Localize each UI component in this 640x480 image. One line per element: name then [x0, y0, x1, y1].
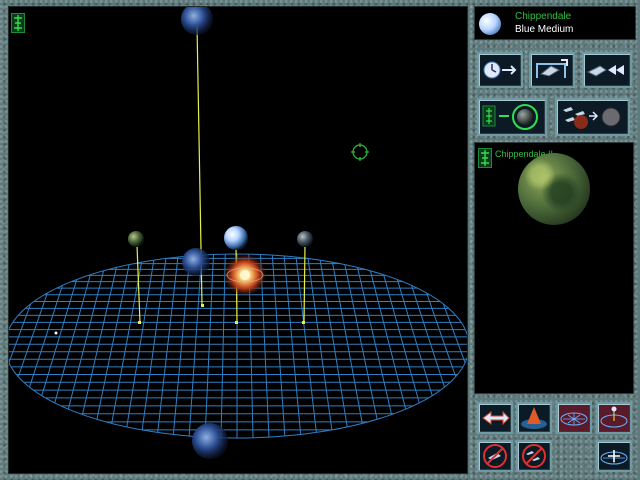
ship-fast-forward-icon — [586, 65, 624, 77]
fleet-move-button[interactable] — [582, 52, 632, 88]
planet-green-small[interactable] — [128, 231, 144, 247]
stalk-feet — [138, 304, 305, 324]
system-view[interactable] — [8, 6, 468, 474]
rotate-view-button[interactable] — [477, 402, 513, 434]
launch-ship-button[interactable] — [529, 52, 575, 88]
tilt-pyramid-icon — [521, 407, 547, 429]
star-class: Blue Medium — [515, 24, 574, 35]
no-fleet-button[interactable] — [516, 440, 552, 472]
planet-preview — [518, 153, 590, 225]
planet-hazy-mid[interactable] — [182, 248, 210, 276]
central-star[interactable] — [223, 253, 267, 297]
star-info-panel: Chippendale Blue Medium — [474, 6, 636, 40]
grid-zoom-icon — [600, 450, 628, 465]
star-name: Chippendale — [515, 11, 572, 22]
orbit-disc-icon — [600, 406, 628, 428]
ship-forbidden-icon — [483, 444, 507, 468]
grid-zoom-button[interactable] — [596, 440, 632, 472]
time-forward-button[interactable] — [477, 52, 523, 88]
colony-to-planet-icon — [482, 104, 538, 130]
ship-launch-icon — [536, 59, 568, 78]
colony-planet-button[interactable] — [477, 98, 547, 136]
planet-stalks — [136, 24, 306, 324]
planet-hazy-bottom[interactable] — [192, 423, 228, 459]
system-grid-scene — [9, 7, 467, 459]
fleet-forbidden-icon — [522, 444, 546, 468]
colony-emblem-icon[interactable] — [478, 148, 492, 168]
tilt-view-button[interactable] — [516, 402, 552, 434]
planet-grey-small[interactable] — [297, 231, 313, 247]
fleet-vs-planet-icon — [563, 107, 621, 129]
planet-info-panel: Chippendale II — [474, 142, 634, 394]
planet-blue-white[interactable] — [224, 226, 248, 250]
distant-object — [54, 331, 58, 335]
grid-toggle-button[interactable] — [556, 402, 592, 434]
no-ships-button[interactable] — [477, 440, 513, 472]
clock-arrow-icon — [483, 61, 517, 79]
grid-disc-icon — [560, 412, 588, 426]
target-reticle-icon[interactable] — [351, 143, 369, 161]
orbit-view-button[interactable] — [596, 402, 632, 434]
colony-emblem-icon[interactable] — [11, 13, 25, 33]
rotate-arrows-icon — [482, 410, 510, 426]
star-icon[interactable] — [479, 13, 501, 35]
planet-top[interactable] — [181, 7, 213, 35]
fleet-attack-button[interactable] — [555, 98, 630, 136]
